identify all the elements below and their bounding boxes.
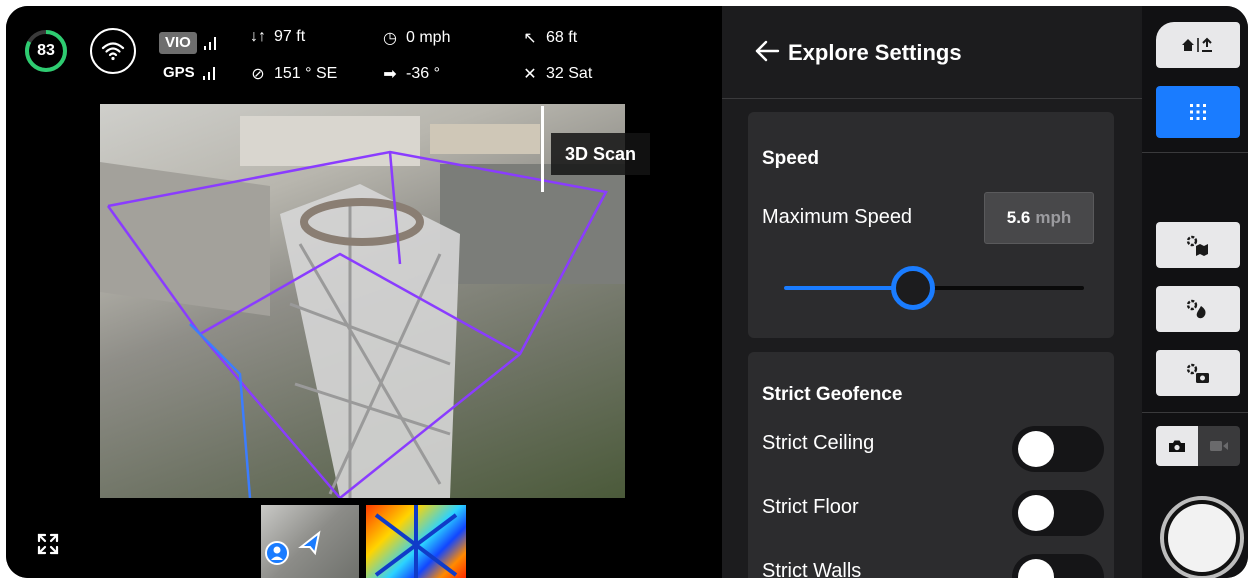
scan-mode-label: 3D Scan [551,133,651,175]
speedometer-icon: ◷ [383,30,397,47]
shutter-button[interactable] [1160,496,1244,578]
distance-from-home-icon: ↖ [523,30,537,47]
map-settings-button[interactable] [1156,222,1240,268]
strict-ceiling-label: Strict Ceiling [762,432,875,454]
grid-icon [1190,104,1206,120]
rail-divider [1142,152,1248,153]
rail-divider [1142,412,1248,413]
telemetry-bar: 83 VIO GPS ↓↑ 97 ft ⊘ 151 ° SE ◷ 0 mph ➡… [6,6,722,104]
panel-title: Explore Settings [788,40,962,65]
altitude-value: 97 ft [274,28,306,45]
vio-signal-icon [204,37,216,50]
camera-feed[interactable] [100,104,625,498]
obstacle-settings-icon [1186,299,1206,319]
strict-ceiling-toggle[interactable] [1012,426,1104,472]
strict-walls-toggle[interactable] [1012,554,1104,578]
home-launch-icon [1182,37,1212,52]
explore-settings-panel: Explore Settings Speed Maximum Speed 5.6… [722,6,1142,578]
photo-mode-button[interactable] [1156,426,1198,466]
speed-card: Speed Maximum Speed 5.6 mph [748,112,1114,338]
toggle-knob [1018,559,1054,578]
toggle-knob [1018,431,1054,467]
app-screen: 83 VIO GPS ↓↑ 97 ft ⊘ 151 ° SE ◷ 0 mph ➡… [6,6,1248,578]
satellite-value: 32 Sat [546,65,593,82]
scan-indicator-bar [541,106,544,192]
satellite-readout: ✕ 32 Sat [520,64,592,84]
expand-icon[interactable] [36,532,60,556]
strict-walls-label: Strict Walls [762,560,862,578]
speed-section-title: Speed [762,148,820,169]
max-speed-value: 5.6 [1006,208,1031,227]
max-speed-slider[interactable] [784,266,1084,310]
max-speed-label: Maximum Speed [762,206,913,228]
altitude-arrows-icon: ↓↑ [250,28,266,45]
max-speed-field[interactable]: 5.6 mph [984,192,1094,244]
map-thumbnail[interactable] [261,505,359,578]
panel-header: Explore Settings [722,6,1142,99]
distance-readout: ↖ 68 ft [520,28,577,48]
gimbal-icon: ➡ [383,66,397,83]
back-arrow-icon[interactable] [754,40,780,62]
gps-signal-icon [203,67,215,80]
strict-floor-toggle[interactable] [1012,490,1104,536]
speed-value: 0 mph [406,29,451,46]
video-camera-icon [1210,441,1228,451]
thermal-thumbnail[interactable] [366,505,466,578]
satellite-icon: ✕ [523,66,537,83]
altitude-readout: ↓↑ 97 ft [248,28,305,46]
geofence-section-title: Strict Geofence [762,384,903,405]
home-launch-button[interactable] [1156,22,1240,68]
photo-camera-icon [1169,440,1185,452]
speed-readout: ◷ 0 mph [380,28,450,48]
geofence-card: Strict Geofence Strict Ceiling Strict Fl… [748,352,1114,578]
camera-settings-button[interactable] [1156,350,1240,396]
scan-overlay [106,150,608,498]
camera-settings-icon [1186,363,1209,383]
right-rail [1142,6,1248,578]
gps-label: GPS [163,64,195,81]
compass-icon: ⊘ [251,66,265,83]
video-mode-button[interactable] [1198,426,1240,466]
grid-menu-button[interactable] [1156,86,1240,138]
strict-floor-label: Strict Floor [762,496,859,518]
slider-thumb[interactable] [891,266,935,310]
max-speed-unit: mph [1035,208,1072,227]
drone-location-icon [298,530,321,556]
battery-level: 83 [37,42,55,59]
gimbal-readout: ➡ -36 ° [380,64,440,84]
gimbal-value: -36 ° [406,65,440,82]
heading-value: 151 ° SE [274,65,338,82]
capture-mode-toggle[interactable] [1156,426,1240,466]
toggle-knob [1018,495,1054,531]
wifi-icon[interactable] [90,28,136,74]
map-settings-icon [1186,235,1208,256]
obstacle-settings-button[interactable] [1156,286,1240,332]
bottom-bar [6,498,722,578]
vio-badge: VIO [159,32,197,54]
distance-value: 68 ft [546,29,578,46]
heading-readout: ⊘ 151 ° SE [248,64,337,84]
